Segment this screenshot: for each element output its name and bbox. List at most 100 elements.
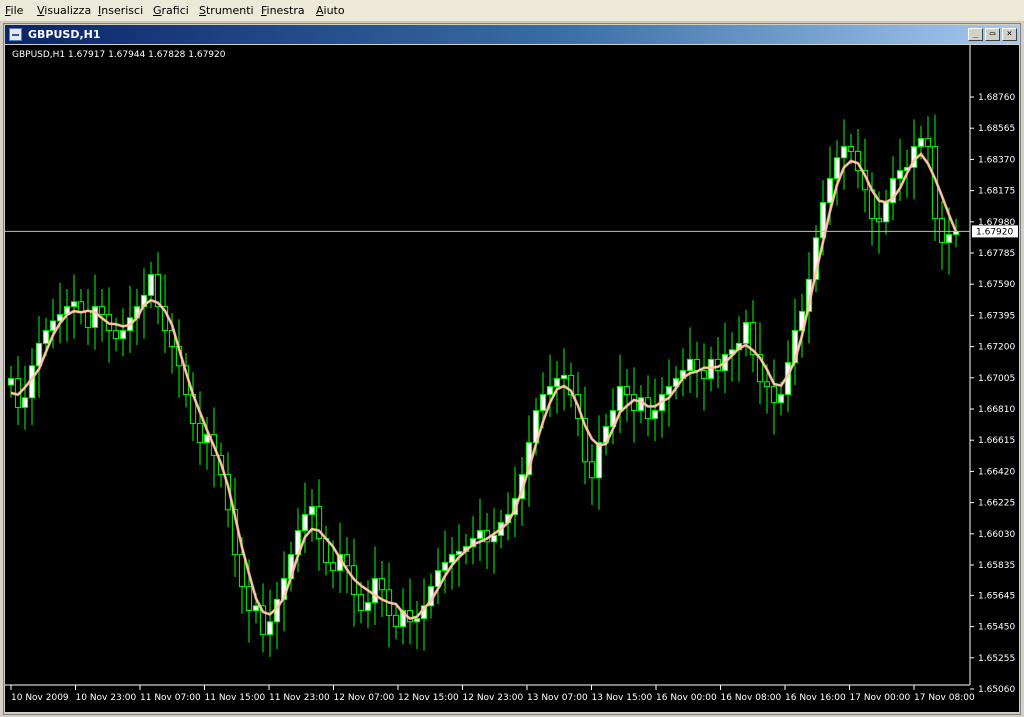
y-tick-label: 1.67590 bbox=[978, 280, 1015, 290]
restore-button[interactable]: ▭ bbox=[985, 28, 1000, 41]
candle-body bbox=[441, 562, 449, 572]
y-tick-label: 1.68565 bbox=[978, 124, 1015, 134]
x-tick-label: 10 Nov 23:00 bbox=[76, 693, 137, 703]
y-tick-label: 1.67005 bbox=[978, 374, 1015, 384]
candle-body bbox=[896, 170, 904, 180]
minimize-button[interactable]: _ bbox=[968, 28, 983, 41]
candle-body bbox=[847, 146, 855, 152]
chart-info-line: GBPUSD,H1 1.67917 1.67944 1.67828 1.6792… bbox=[12, 50, 226, 60]
menu-grafici[interactable]: Grafici bbox=[153, 4, 189, 17]
candle-body bbox=[84, 310, 92, 328]
y-tick-label: 1.65060 bbox=[978, 685, 1015, 695]
candle-body bbox=[196, 422, 204, 444]
candle-body bbox=[476, 530, 484, 540]
candle-body bbox=[651, 410, 659, 420]
current-price-label: 1.67920 bbox=[976, 227, 1013, 237]
candle-body bbox=[623, 386, 631, 396]
y-tick-label: 1.65255 bbox=[978, 654, 1015, 664]
y-tick-label: 1.67200 bbox=[978, 343, 1015, 353]
candle-body bbox=[357, 594, 365, 612]
x-tick-label: 16 Nov 08:00 bbox=[721, 693, 782, 703]
candle-body bbox=[252, 605, 260, 612]
y-tick-label: 1.68370 bbox=[978, 155, 1015, 165]
menu-aiuto[interactable]: Aiuto bbox=[316, 4, 345, 17]
candle-body bbox=[875, 218, 883, 223]
menu-file[interactable]: File bbox=[5, 4, 23, 17]
candle-body bbox=[938, 218, 946, 244]
candle-body bbox=[378, 578, 386, 591]
candle-body bbox=[329, 562, 337, 572]
candle-body bbox=[742, 322, 750, 344]
y-tick-label: 1.65835 bbox=[978, 561, 1015, 571]
candle-body bbox=[245, 586, 253, 612]
candle-body bbox=[924, 138, 932, 148]
candle-body bbox=[595, 442, 603, 479]
candle-body bbox=[945, 234, 953, 244]
x-tick-label: 12 Nov 07:00 bbox=[334, 693, 395, 703]
candle-body bbox=[42, 330, 50, 344]
x-tick-label: 12 Nov 15:00 bbox=[398, 693, 459, 703]
chart-canvas[interactable]: 1.687601.685651.683701.681751.679801.677… bbox=[5, 45, 1019, 712]
x-tick-label: 17 Nov 08:00 bbox=[914, 693, 975, 703]
candle-body bbox=[308, 506, 316, 516]
moving-average-glow bbox=[10, 151, 958, 621]
candle-body bbox=[686, 358, 694, 372]
candles-group bbox=[7, 114, 960, 657]
candle-body bbox=[560, 374, 568, 380]
candle-body bbox=[539, 394, 547, 412]
y-tick-label: 1.68175 bbox=[978, 187, 1015, 197]
candle-body bbox=[700, 370, 708, 380]
menu-strumenti[interactable]: Strumenti bbox=[199, 4, 254, 17]
candle-body bbox=[7, 378, 15, 386]
window-titlebar[interactable]: GBPUSD,H1 _ ▭ × bbox=[5, 25, 1019, 44]
menu-visualizza[interactable]: Visualizza bbox=[37, 4, 91, 17]
candle-body bbox=[616, 386, 624, 412]
y-tick-label: 1.65450 bbox=[978, 623, 1015, 633]
y-tick-label: 1.65645 bbox=[978, 591, 1015, 601]
candle-body bbox=[364, 602, 372, 612]
y-tick-label: 1.66810 bbox=[978, 405, 1015, 415]
candle-body bbox=[770, 386, 778, 404]
candle-body bbox=[77, 301, 85, 312]
candle-body bbox=[763, 381, 771, 388]
x-tick-label: 11 Nov 23:00 bbox=[269, 693, 330, 703]
x-tick-label: 13 Nov 07:00 bbox=[527, 693, 588, 703]
y-tick-label: 1.66615 bbox=[978, 436, 1015, 446]
candle-body bbox=[112, 330, 120, 340]
x-tick-label: 11 Nov 07:00 bbox=[140, 693, 201, 703]
close-button[interactable]: × bbox=[1002, 28, 1017, 41]
candle-body bbox=[644, 397, 652, 420]
x-tick-label: 10 Nov 2009 bbox=[11, 693, 69, 703]
candle-body bbox=[546, 386, 554, 396]
x-tick-label: 11 Nov 15:00 bbox=[205, 693, 266, 703]
window-title: GBPUSD,H1 bbox=[28, 28, 101, 41]
candle-body bbox=[371, 578, 379, 604]
candle-body bbox=[266, 621, 274, 636]
candle-body bbox=[392, 614, 400, 628]
candle-body bbox=[70, 301, 78, 308]
x-tick-label: 16 Nov 00:00 bbox=[656, 693, 717, 703]
candle-body bbox=[413, 618, 421, 623]
candle-body bbox=[119, 330, 127, 340]
candle-body bbox=[833, 157, 841, 180]
candle-body bbox=[777, 394, 785, 404]
moving-average-line bbox=[10, 152, 957, 620]
price-chart[interactable]: 1.68760 1.68565 1.68370 1.68175 1.67980 1.677… bbox=[5, 45, 1019, 712]
menu-bar: File Visualizza Inserisci Grafici Strumenti F… bbox=[0, 0, 1024, 22]
y-tick-label: 1.67785 bbox=[978, 249, 1015, 259]
x-tick-label: 12 Nov 23:00 bbox=[463, 693, 524, 703]
x-tick-label: 16 Nov 16:00 bbox=[785, 693, 846, 703]
menu-finestra[interactable]: Finestra bbox=[261, 4, 305, 17]
candle-body bbox=[98, 306, 106, 316]
y-tick-label: 1.67395 bbox=[978, 311, 1015, 321]
candle-body bbox=[588, 461, 596, 479]
y-tick-label: 1.66420 bbox=[978, 467, 1015, 477]
chart-window-icon bbox=[9, 28, 22, 41]
candle-body bbox=[91, 306, 99, 328]
y-tick-label: 1.66225 bbox=[978, 499, 1015, 509]
y-tick-label: 1.68760 bbox=[978, 93, 1015, 103]
candle-body bbox=[21, 397, 29, 408]
menu-inserisci[interactable]: Inserisci bbox=[98, 4, 143, 17]
candle-body bbox=[147, 274, 155, 296]
candle-body bbox=[882, 202, 890, 223]
